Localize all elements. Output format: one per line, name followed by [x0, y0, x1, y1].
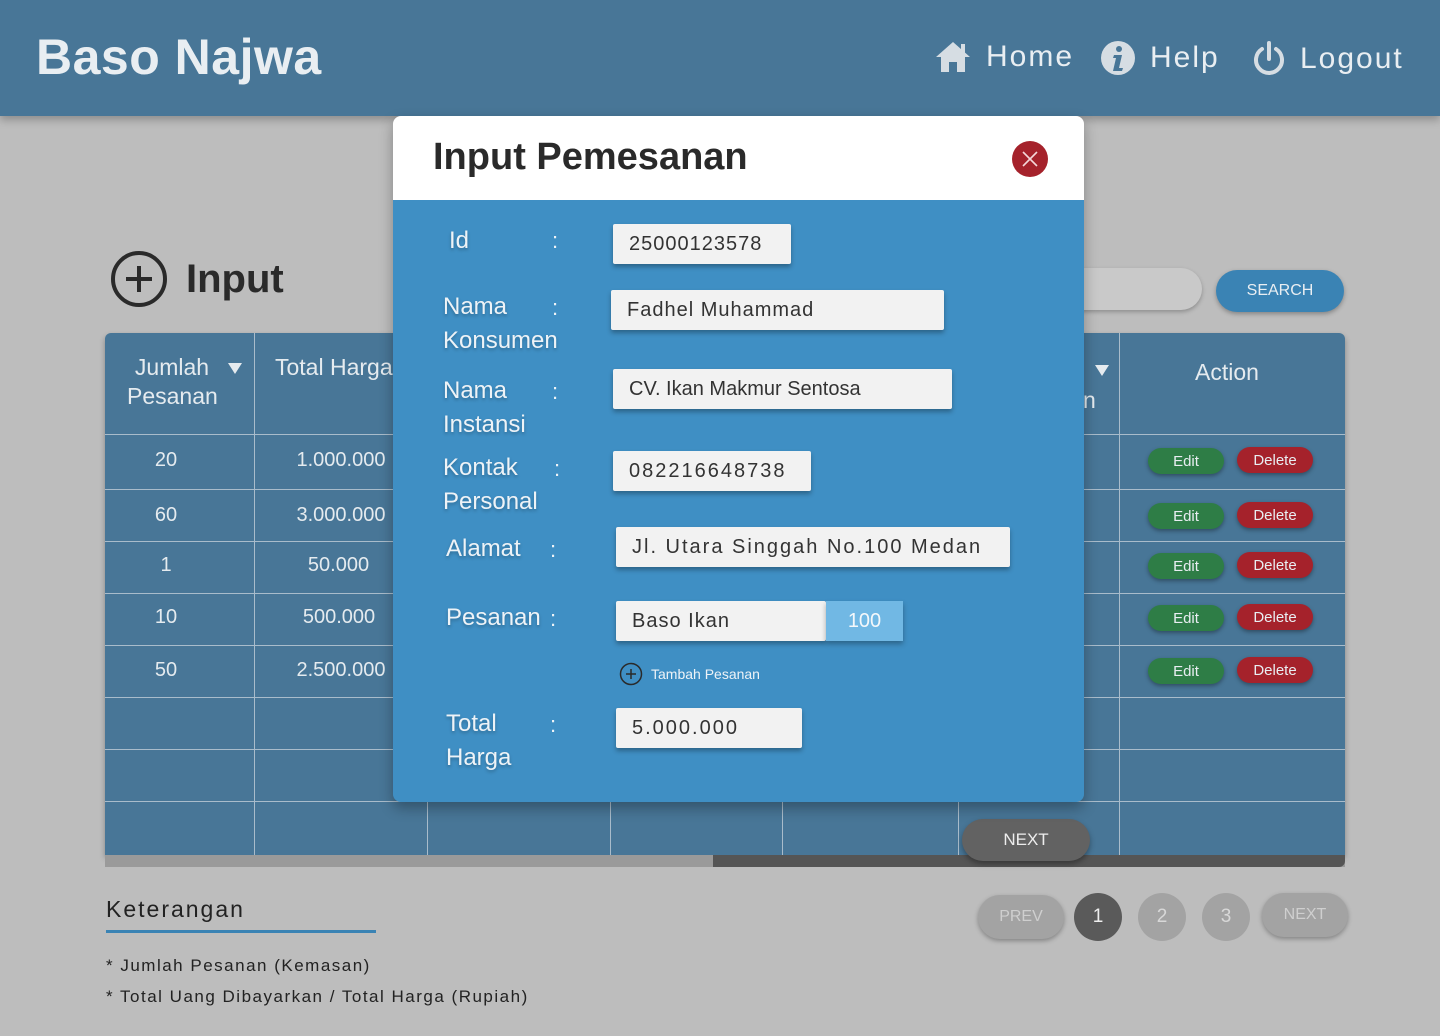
label-line: Instansi [443, 411, 526, 438]
tambah-pesanan-label: Tambah Pesanan [651, 666, 760, 682]
nav-help-label: Help [1150, 41, 1220, 74]
modal-next-button[interactable]: NEXT [962, 819, 1090, 861]
modal-body: Id : 25000123578 Nama Konsumen : Fadhel … [393, 200, 1084, 802]
label-line: Konsumen [443, 327, 558, 354]
keterangan-underline [106, 930, 376, 933]
alamat-field[interactable]: Jl. Utara Singgah No.100 Medan [616, 527, 1010, 567]
search-button[interactable]: SEARCH [1216, 270, 1344, 312]
cell-total: 2.500.000 [296, 659, 386, 681]
edit-button[interactable]: Edit [1148, 605, 1224, 631]
label-alamat: Alamat [446, 535, 521, 562]
edit-button[interactable]: Edit [1148, 553, 1224, 579]
page-1-button[interactable]: 1 [1074, 893, 1122, 941]
tambah-pesanan-button[interactable]: Tambah Pesanan [619, 662, 760, 686]
label-line: Total [446, 710, 497, 737]
colon: : [550, 712, 557, 737]
cell-jumlah: 20 [154, 449, 178, 471]
kontak-personal-field[interactable]: 082216648738 [613, 451, 811, 491]
header-jumlah-line2: Pesanan [127, 383, 218, 409]
column-divider [254, 333, 255, 855]
cell-jumlah: 10 [154, 606, 178, 628]
label-nama-instansi: Nama Instansi [443, 374, 526, 442]
delete-button[interactable]: Delete [1237, 447, 1313, 473]
header-partial: n [1083, 387, 1096, 413]
nama-instansi-field[interactable]: CV. Ikan Makmur Sentosa [613, 369, 952, 409]
edit-button[interactable]: Edit [1148, 448, 1224, 474]
header-action: Action [1195, 359, 1259, 385]
total-harga-field[interactable]: 5.000.000 [616, 708, 802, 748]
sort-down-icon[interactable] [1095, 365, 1109, 376]
colon: : [552, 228, 559, 253]
add-input-button[interactable]: Input [110, 250, 284, 308]
label-total-harga: Total Harga [446, 707, 511, 775]
label-line: Kontak [443, 454, 518, 481]
nav-logout[interactable]: Logout [1252, 40, 1404, 78]
keterangan-title: Keterangan [106, 896, 245, 922]
pesanan-value: Baso Ikan [632, 609, 730, 632]
label-pesanan: Pesanan [446, 604, 541, 631]
prev-page-button[interactable]: PREV [978, 895, 1064, 939]
label-nama-konsumen: Nama Konsumen [443, 290, 558, 358]
plus-circle-icon [619, 662, 643, 686]
nav-logout-label: Logout [1300, 42, 1404, 75]
colon: : [552, 295, 559, 320]
nav-home[interactable]: Home [934, 40, 1074, 74]
input-pemesanan-modal: Input Pemesanan Id : 25000123578 Nama Ko… [393, 116, 1084, 802]
cell-total: 3.000.000 [296, 504, 386, 526]
cell-jumlah: 1 [160, 554, 172, 576]
header-jumlah-pesanan[interactable]: Jumlah Pesanan [127, 353, 218, 411]
colon: : [550, 537, 557, 562]
sort-down-icon[interactable] [228, 363, 242, 374]
label-line: Harga [446, 744, 512, 771]
modal-header: Input Pemesanan [393, 116, 1084, 200]
input-label: Input [186, 256, 284, 301]
header-total-harga: Total Harga [275, 354, 393, 380]
colon: : [552, 379, 559, 404]
label-line: Personal [443, 488, 538, 515]
nav-home-label: Home [986, 40, 1075, 73]
modal-title: Input Pemesanan [433, 136, 748, 178]
top-navbar: Baso Najwa Home Help Logout [0, 0, 1440, 116]
pesanan-field[interactable]: Baso Ikan [616, 601, 826, 641]
nama-konsumen-field[interactable]: Fadhel Muhammad [611, 290, 944, 330]
page-2-button[interactable]: 2 [1138, 893, 1186, 941]
header-jumlah-line1: Jumlah [134, 354, 210, 380]
close-button[interactable] [1012, 141, 1048, 177]
nav-help[interactable]: Help [1100, 40, 1220, 76]
colon: : [554, 456, 561, 481]
home-icon [936, 42, 970, 72]
label-line: Nama [443, 377, 508, 404]
close-icon [1022, 151, 1038, 167]
delete-button[interactable]: Delete [1237, 502, 1313, 528]
pesanan-qty-field[interactable]: 100 [826, 601, 903, 641]
id-field[interactable]: 25000123578 [613, 224, 791, 264]
power-icon [1254, 41, 1284, 75]
label-line: Nama [443, 293, 508, 320]
info-icon [1101, 41, 1135, 75]
cell-jumlah: 50 [154, 659, 178, 681]
label-id: Id [449, 227, 470, 254]
cell-jumlah: 60 [154, 504, 178, 526]
colon: : [550, 606, 557, 631]
page-3-button[interactable]: 3 [1202, 893, 1250, 941]
label-kontak-personal: Kontak Personal [443, 451, 538, 519]
next-page-button[interactable]: NEXT [1262, 893, 1348, 937]
delete-button[interactable]: Delete [1237, 552, 1313, 578]
cell-total: 500.000 [302, 606, 376, 628]
plus-circle-icon [111, 251, 167, 307]
keterangan-note: * Jumlah Pesanan (Kemasan) [106, 956, 371, 975]
edit-button[interactable]: Edit [1148, 503, 1224, 529]
column-divider [1119, 333, 1120, 855]
delete-button[interactable]: Delete [1237, 604, 1313, 630]
cell-total: 1.000.000 [296, 449, 386, 471]
brand-title: Baso Najwa [36, 29, 322, 85]
keterangan-note: * Total Uang Dibayarkan / Total Harga (R… [106, 987, 529, 1006]
edit-button[interactable]: Edit [1148, 658, 1224, 684]
delete-button[interactable]: Delete [1237, 657, 1313, 683]
cell-total: 50.000 [307, 554, 370, 576]
